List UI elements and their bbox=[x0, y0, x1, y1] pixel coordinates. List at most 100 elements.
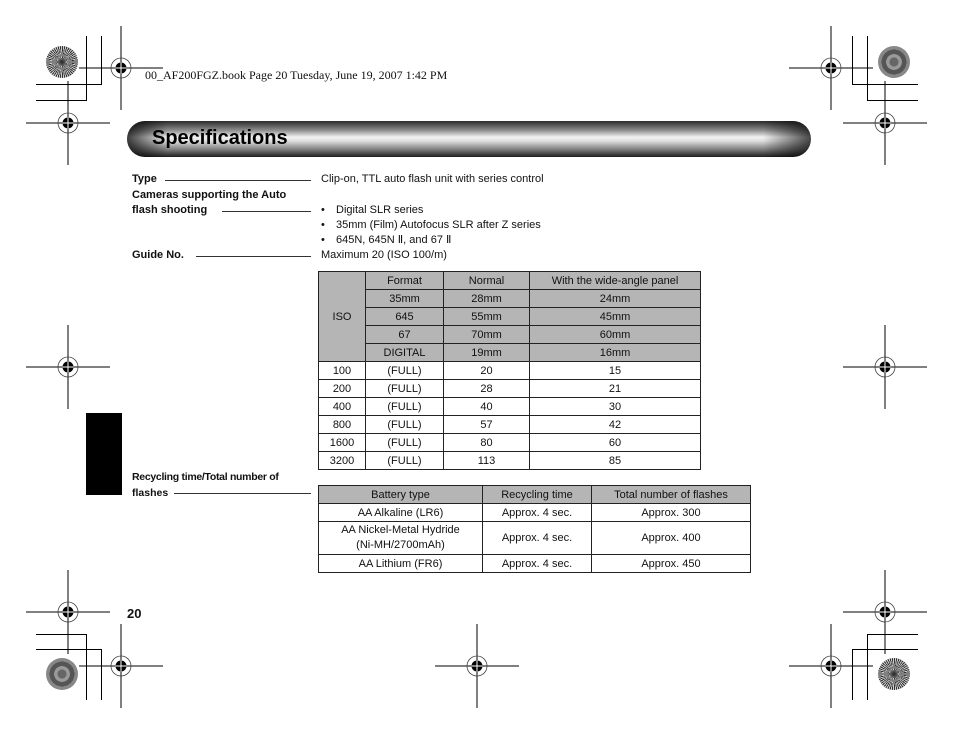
color-rosette-icon bbox=[46, 46, 78, 78]
table-row: 100 (FULL) 20 15 bbox=[318, 361, 701, 380]
registration-mark-icon bbox=[788, 25, 874, 111]
table-cell: 1600 bbox=[318, 433, 366, 452]
title-bar: Specifications bbox=[127, 121, 811, 157]
iso-header: ISO bbox=[318, 271, 366, 362]
table-cell: 55mm bbox=[443, 307, 530, 326]
table-cell: (FULL) bbox=[365, 379, 444, 398]
table-cell: 67 bbox=[365, 325, 444, 344]
table-header-cell: Total number of flashes bbox=[591, 485, 751, 504]
table-cell: 800 bbox=[318, 415, 366, 434]
table-cell: 200 bbox=[318, 379, 366, 398]
table-row: 67 70mm 60mm bbox=[319, 325, 701, 344]
table-cell: Approx. 4 sec. bbox=[482, 521, 592, 555]
table-cell: 400 bbox=[318, 397, 366, 416]
table-row: AA Nickel-Metal Hydride (Ni-MH/2700mAh) … bbox=[318, 521, 751, 555]
table-cell: 19mm bbox=[443, 343, 530, 362]
table-header-cell: Battery type bbox=[318, 485, 483, 504]
table-row: 200 (FULL) 28 21 bbox=[318, 379, 701, 398]
registration-mark-icon bbox=[25, 80, 111, 166]
page-title: Specifications bbox=[152, 127, 288, 149]
table-cell: AA Nickel-Metal Hydride (Ni-MH/2700mAh) bbox=[318, 521, 483, 555]
table-cell: 3200 bbox=[318, 451, 366, 470]
table-cell: 80 bbox=[443, 433, 530, 452]
guide-number-table: ISO Format Normal With the wide-angle pa… bbox=[318, 271, 701, 470]
table-header-cell: Recycling time bbox=[482, 485, 592, 504]
table-row: 400 (FULL) 40 30 bbox=[318, 397, 701, 416]
table-cell: (FULL) bbox=[365, 397, 444, 416]
table-cell: Approx. 450 bbox=[591, 554, 751, 573]
table-cell: (FULL) bbox=[365, 451, 444, 470]
table-cell: 16mm bbox=[529, 343, 701, 362]
registration-mark-icon bbox=[842, 80, 928, 166]
table-cell: 60 bbox=[529, 433, 701, 452]
table-cell: 60mm bbox=[529, 325, 701, 344]
registration-mark-icon bbox=[842, 324, 928, 410]
page-number: 20 bbox=[127, 606, 142, 621]
table-cell: 21 bbox=[529, 379, 701, 398]
table-cell: 113 bbox=[443, 451, 530, 470]
battery-table: Battery type Recycling time Total number… bbox=[318, 485, 751, 573]
table-cell: 100 bbox=[318, 361, 366, 380]
type-label: Type bbox=[132, 173, 157, 185]
table-cell: AA Alkaline (LR6) bbox=[318, 503, 483, 522]
leader-line bbox=[174, 493, 311, 494]
table-cell: AA Lithium (FR6) bbox=[318, 554, 483, 573]
cameras-label-line1: Cameras supporting the Auto bbox=[132, 189, 287, 201]
registration-mark-icon bbox=[788, 623, 874, 709]
registration-mark-icon bbox=[25, 569, 111, 655]
table-header-row: ISO Format Normal With the wide-angle pa… bbox=[318, 271, 701, 362]
table-cell: 20 bbox=[443, 361, 530, 380]
table-cell: 45mm bbox=[529, 307, 701, 326]
table-cell: 28mm bbox=[443, 289, 530, 308]
table-cell: Approx. 300 bbox=[591, 503, 751, 522]
table-cell: Approx. 4 sec. bbox=[482, 503, 592, 522]
camera-list-item: 645N, 645N Ⅱ, and 67 Ⅱ bbox=[321, 233, 451, 246]
table-cell: DIGITAL bbox=[365, 343, 444, 362]
color-rosette-icon bbox=[46, 658, 78, 690]
leader-line bbox=[196, 256, 311, 257]
table-row: DIGITAL 19mm 16mm bbox=[319, 343, 701, 362]
leader-line bbox=[222, 211, 311, 212]
table-cell: (FULL) bbox=[365, 433, 444, 452]
camera-list-item: Digital SLR series bbox=[321, 204, 423, 216]
table-cell: 42 bbox=[529, 415, 701, 434]
table-row: AA Lithium (FR6) Approx. 4 sec. Approx. … bbox=[318, 554, 751, 573]
table-cell: (FULL) bbox=[365, 415, 444, 434]
table-row: 3200 (FULL) 113 85 bbox=[318, 451, 701, 470]
color-rosette-icon bbox=[878, 658, 910, 690]
table-cell: 70mm bbox=[443, 325, 530, 344]
book-header: 00_AF200FGZ.book Page 20 Tuesday, June 1… bbox=[145, 68, 448, 82]
registration-mark-icon bbox=[842, 569, 928, 655]
guide-no-label: Guide No. bbox=[132, 249, 184, 261]
table-cell: 57 bbox=[443, 415, 530, 434]
leader-line bbox=[165, 180, 311, 181]
table-cell: 35mm bbox=[365, 289, 444, 308]
table-row: AA Alkaline (LR6) Approx. 4 sec. Approx.… bbox=[318, 503, 751, 522]
table-row: 645 55mm 45mm bbox=[319, 307, 701, 326]
table-row: 1600 (FULL) 80 60 bbox=[318, 433, 701, 452]
cameras-label-line2: flash shooting bbox=[132, 204, 208, 216]
table-row: 35mm 28mm 24mm bbox=[319, 289, 701, 308]
section-tab-marker bbox=[86, 413, 122, 495]
registration-mark-icon bbox=[25, 324, 111, 410]
guide-no-value: Maximum 20 (ISO 100/m) bbox=[321, 249, 447, 261]
table-header-cell: With the wide-angle panel bbox=[529, 271, 701, 290]
table-cell: Approx. 400 bbox=[591, 521, 751, 555]
table-header-row: Battery type Recycling time Total number… bbox=[318, 485, 751, 504]
table-cell: 24mm bbox=[529, 289, 701, 308]
table-cell: 85 bbox=[529, 451, 701, 470]
table-cell: 40 bbox=[443, 397, 530, 416]
recycling-label-line2: flashes bbox=[132, 487, 169, 499]
type-value: Clip-on, TTL auto flash unit with series… bbox=[321, 173, 544, 185]
color-rosette-icon bbox=[878, 46, 910, 78]
table-row: 800 (FULL) 57 42 bbox=[318, 415, 701, 434]
registration-mark-icon bbox=[434, 623, 520, 709]
table-cell: Approx. 4 sec. bbox=[482, 554, 592, 573]
table-cell: 15 bbox=[529, 361, 701, 380]
camera-list-item: 35mm (Film) Autofocus SLR after Z series bbox=[321, 219, 541, 231]
table-cell: (FULL) bbox=[365, 361, 444, 380]
table-header-cell: Normal bbox=[443, 271, 530, 290]
table-header-cell: Format bbox=[365, 271, 444, 290]
table-cell: 28 bbox=[443, 379, 530, 398]
registration-mark-icon bbox=[78, 623, 164, 709]
